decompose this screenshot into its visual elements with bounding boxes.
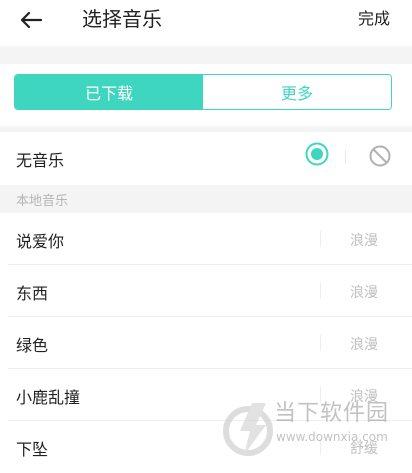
divider xyxy=(320,283,321,299)
tab-downloaded[interactable]: 已下载 xyxy=(15,75,203,109)
song-row[interactable]: 绿色 浪漫 xyxy=(0,317,412,369)
divider xyxy=(320,231,321,247)
song-style: 浪漫 xyxy=(350,285,378,301)
song-title: 说爱你 xyxy=(16,232,65,251)
tab-more[interactable]: 更多 xyxy=(203,75,391,109)
song-style: 浪漫 xyxy=(350,233,378,249)
section-header: 本地音乐 xyxy=(0,185,412,213)
watermark: 当下软件园 www.downxia.com xyxy=(222,395,412,469)
song-title: 下坠 xyxy=(16,440,49,459)
section-title: 本地音乐 xyxy=(16,194,69,209)
song-row[interactable]: 东西 浪漫 xyxy=(0,265,412,317)
song-style: 浪漫 xyxy=(350,337,378,353)
song-row[interactable]: 说爱你 浪漫 xyxy=(0,213,412,265)
divider xyxy=(320,335,321,351)
watermark-brand: 当下软件园 xyxy=(274,401,390,426)
page-title: 选择音乐 xyxy=(82,7,162,31)
song-title: 绿色 xyxy=(16,336,49,355)
back-button[interactable] xyxy=(14,5,48,35)
watermark-url: www.downxia.com xyxy=(276,430,388,444)
done-button[interactable]: 完成 xyxy=(358,8,390,30)
song-title: 小鹿乱撞 xyxy=(16,388,81,407)
no-music-label: 无音乐 xyxy=(16,151,65,170)
song-title: 东西 xyxy=(16,284,49,303)
ban-icon[interactable] xyxy=(368,144,392,168)
top-bar: 选择音乐 完成 xyxy=(0,0,412,46)
divider xyxy=(345,150,346,164)
segmented-tabs: 已下载 更多 xyxy=(14,74,392,110)
no-music-row[interactable]: 无音乐 xyxy=(0,132,412,182)
tab-bar-container: 已下载 更多 xyxy=(0,64,412,130)
arrow-left-icon xyxy=(20,11,42,29)
radio-selected-icon[interactable] xyxy=(305,142,329,166)
